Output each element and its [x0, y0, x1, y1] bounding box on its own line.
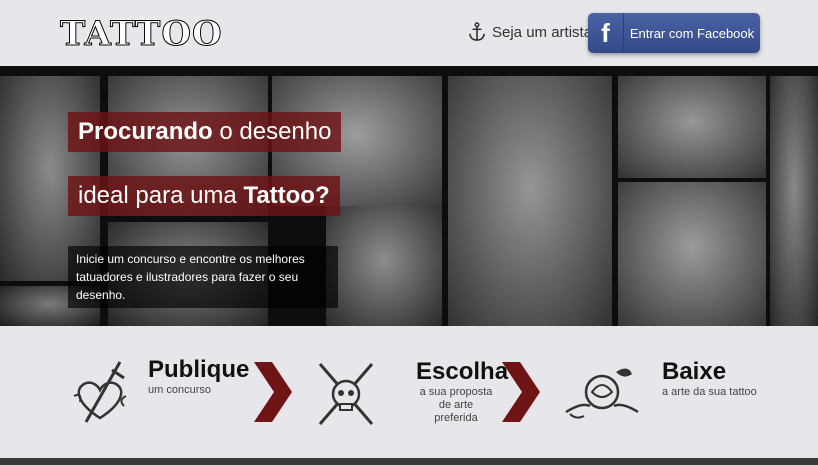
hero-photo: [618, 182, 766, 326]
rose-icon: [565, 368, 639, 419]
logo[interactable]: TATTOO: [60, 14, 223, 55]
step-subtitle: a arte da sua tattoo: [662, 386, 757, 398]
steps-section: Publique um concurso Escolha a sua propo…: [0, 326, 818, 458]
chevron-right-icon: [502, 362, 540, 422]
anchor-icon: [468, 22, 486, 41]
facebook-login-button[interactable]: f Entrar com Facebook: [588, 13, 760, 53]
facebook-login-label: Entrar com Facebook: [629, 25, 755, 41]
hero-headline-text: ideal para uma: [78, 182, 244, 209]
hero-headline-line2: ideal para uma Tattoo?: [68, 176, 340, 216]
hero-headline-line1: Procurando o desenho: [68, 112, 342, 152]
hero-subtext: Inicie um concurso e encontre os melhore…: [68, 246, 338, 308]
become-artist-link[interactable]: Seja um artista: [468, 22, 592, 42]
step-download: Baixe a arte da sua tattoo: [562, 358, 757, 432]
step-title: Baixe: [662, 358, 727, 385]
header: TATTOO Seja um artista f Entrar com Face…: [0, 0, 818, 66]
become-artist-label: Seja um artista: [492, 23, 593, 41]
skull-daggers-icon: [318, 363, 374, 425]
hero-headline-bold: Procurando: [78, 118, 213, 145]
step-title: Escolha: [416, 358, 509, 385]
facebook-icon: f: [588, 13, 624, 53]
chevron-right-icon: [254, 362, 292, 422]
step-title: Publique: [148, 356, 250, 383]
hero-photo: [618, 76, 766, 178]
hero-photo: [770, 76, 818, 326]
step-choose: Escolha a sua proposta de arte preferida: [314, 358, 508, 432]
hero-photo: [326, 206, 442, 326]
step-subtitle: um concurso: [148, 384, 211, 396]
hero-headline-bold: Tattoo?: [243, 182, 330, 209]
step-subtitle: a sua proposta de arte preferida: [419, 386, 493, 424]
step-publish: Publique um concurso: [68, 356, 249, 430]
hero-banner: Procurando o desenho ideal para uma Tatt…: [0, 66, 818, 326]
footer-bar: [0, 458, 818, 465]
heart-dagger-icon: [73, 361, 127, 423]
hero-photo: [448, 76, 612, 326]
hero-headline-text: o desenho: [212, 118, 332, 145]
